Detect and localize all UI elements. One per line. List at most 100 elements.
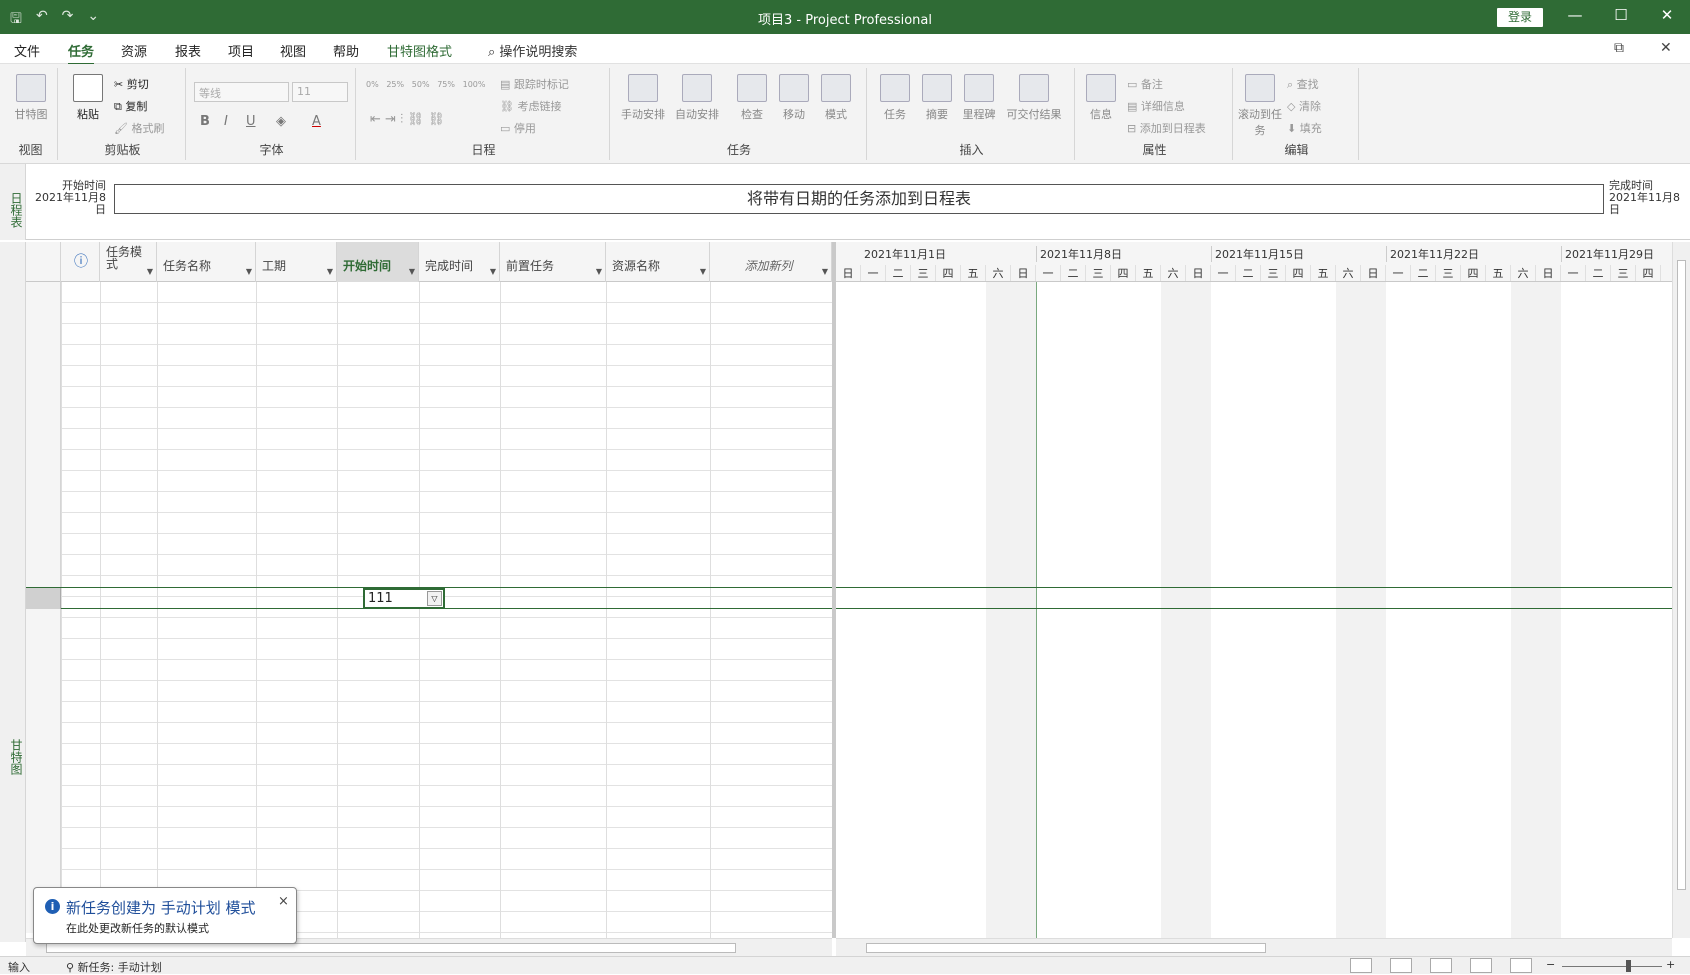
- information-button[interactable]: 信息: [1077, 74, 1125, 122]
- zoom-out-button[interactable]: −: [1546, 958, 1555, 971]
- row-header[interactable]: [26, 744, 61, 765]
- font-name-select[interactable]: 等线: [194, 82, 289, 102]
- table-scroll-thumb[interactable]: [46, 943, 736, 953]
- task-table[interactable]: ⓘ 任务模式 ▼ 任务名称 ▼ 工期 ▼ 开始时间 ▼ 完成时间 ▼ 前置任务 ▼ 资源名称…: [26, 242, 832, 938]
- row-header[interactable]: [26, 513, 61, 534]
- bold-button[interactable]: B: [200, 114, 210, 129]
- tab-resource[interactable]: 资源: [121, 41, 147, 60]
- table-row[interactable]: [26, 345, 832, 366]
- col-task-mode[interactable]: 任务模式 ▼: [100, 242, 157, 282]
- minimize-button[interactable]: —: [1560, 6, 1590, 24]
- chevron-down-icon[interactable]: ▼: [246, 266, 252, 278]
- table-row[interactable]: [26, 513, 832, 534]
- underline-button[interactable]: U: [246, 114, 256, 129]
- row-header[interactable]: [26, 786, 61, 807]
- row-header[interactable]: [26, 618, 61, 639]
- pct-50-button[interactable]: 50%: [412, 80, 430, 89]
- row-header[interactable]: [26, 408, 61, 429]
- table-row[interactable]: [26, 618, 832, 639]
- table-row[interactable]: [26, 303, 832, 324]
- row-header[interactable]: [26, 387, 61, 408]
- inactivate-button[interactable]: ▭ 停用: [500, 120, 536, 136]
- row-header[interactable]: [26, 660, 61, 681]
- fill-button[interactable]: ⬇ 填充: [1287, 120, 1322, 136]
- table-row[interactable]: [26, 366, 832, 387]
- tab-project[interactable]: 项目: [228, 41, 254, 60]
- table-row[interactable]: [26, 639, 832, 660]
- notification-subtitle[interactable]: 在此处更改新任务的默认模式: [66, 920, 209, 936]
- move-button[interactable]: 移动: [770, 74, 818, 122]
- inspect-button[interactable]: 检查: [728, 74, 776, 122]
- cut-button[interactable]: ✂ 剪切: [114, 76, 149, 92]
- table-row[interactable]: [26, 807, 832, 828]
- close-doc-button[interactable]: ✕: [1660, 40, 1672, 56]
- col-resource-names[interactable]: 资源名称 ▼: [606, 242, 710, 282]
- summary-button[interactable]: 摘要: [913, 74, 961, 122]
- table-row[interactable]: [26, 765, 832, 786]
- table-row[interactable]: [26, 492, 832, 513]
- table-row[interactable]: [26, 828, 832, 849]
- date-picker-dropdown-icon[interactable]: ▽: [427, 591, 442, 606]
- selected-row-header[interactable]: [26, 588, 61, 609]
- row-header[interactable]: [26, 324, 61, 345]
- clear-button[interactable]: ◇ 清除: [1287, 98, 1321, 114]
- vertical-scrollbar[interactable]: [1672, 242, 1690, 938]
- row-header[interactable]: [26, 450, 61, 471]
- restore-doc-button[interactable]: ⧉: [1614, 40, 1624, 56]
- row-header[interactable]: [26, 849, 61, 870]
- tab-gantt-format[interactable]: 甘特图格式: [387, 41, 452, 60]
- view-gantt-icon[interactable]: [1350, 958, 1372, 973]
- table-row[interactable]: [26, 702, 832, 723]
- chevron-down-icon[interactable]: ▼: [327, 266, 333, 278]
- track-mark-button[interactable]: ▤ 跟踪时标记: [500, 76, 569, 92]
- chevron-down-icon[interactable]: ▼: [409, 266, 415, 278]
- find-button[interactable]: ⌕ 查找: [1287, 76, 1319, 92]
- table-row[interactable]: [26, 723, 832, 744]
- vertical-scroll-thumb[interactable]: [1677, 260, 1686, 890]
- italic-button[interactable]: I: [224, 114, 228, 129]
- manual-schedule-button[interactable]: 手动安排: [616, 74, 670, 122]
- select-all-cell[interactable]: [26, 242, 61, 282]
- pct-100-button[interactable]: 100%: [463, 80, 486, 89]
- respect-links-button[interactable]: ⛓ 考虑链接: [500, 98, 561, 114]
- chart-horizontal-scrollbar[interactable]: [836, 938, 1672, 956]
- zoom-in-button[interactable]: +: [1666, 958, 1675, 971]
- row-header[interactable]: [26, 828, 61, 849]
- close-window-button[interactable]: ✕: [1652, 6, 1682, 24]
- add-to-timeline-button[interactable]: ⊟ 添加到日程表: [1127, 120, 1206, 136]
- start-date-edit-field[interactable]: 111 ▽: [363, 588, 445, 609]
- chevron-down-icon[interactable]: ▼: [596, 266, 602, 278]
- tab-help[interactable]: 帮助: [333, 41, 359, 60]
- table-row[interactable]: [26, 471, 832, 492]
- table-row[interactable]: [26, 660, 832, 681]
- login-button[interactable]: 登录: [1497, 8, 1543, 27]
- new-task-mode-notification[interactable]: i 新任务创建为 手动计划 模式 在此处更改新任务的默认模式 ×: [33, 887, 297, 944]
- copy-button[interactable]: ⧉ 复制: [114, 98, 147, 114]
- col-add-new[interactable]: 添加新列 ▼: [710, 242, 832, 282]
- info-column-icon[interactable]: ⓘ: [61, 242, 100, 282]
- gantt-view-button[interactable]: 甘特图: [7, 74, 55, 122]
- mode-button[interactable]: 模式: [812, 74, 860, 122]
- col-finish[interactable]: 完成时间 ▼: [419, 242, 500, 282]
- milestone-button[interactable]: 里程碑: [955, 74, 1003, 122]
- table-row[interactable]: [26, 786, 832, 807]
- view-task-usage-icon[interactable]: [1390, 958, 1412, 973]
- tab-task[interactable]: 任务: [68, 41, 95, 65]
- close-icon[interactable]: ×: [278, 894, 289, 909]
- row-header[interactable]: [26, 492, 61, 513]
- tab-view[interactable]: 视图: [280, 41, 306, 60]
- notes-button[interactable]: ▭ 备注: [1127, 76, 1163, 92]
- chevron-down-icon[interactable]: ▼: [490, 266, 496, 278]
- view-team-planner-icon[interactable]: [1430, 958, 1452, 973]
- format-painter-button[interactable]: 🖌 格式刷: [114, 120, 164, 136]
- highlight-color-icon[interactable]: ◈: [276, 114, 286, 129]
- tell-me-search[interactable]: ⌕ 操作说明搜索: [488, 41, 577, 60]
- view-resource-sheet-icon[interactable]: [1470, 958, 1492, 973]
- chevron-down-icon[interactable]: ▼: [147, 266, 153, 278]
- pct-complete-buttons[interactable]: 0% 25% 50% 75% 100%: [366, 80, 485, 89]
- table-row[interactable]: [26, 555, 832, 576]
- row-header[interactable]: [26, 681, 61, 702]
- row-header[interactable]: [26, 429, 61, 450]
- pct-0-button[interactable]: 0%: [366, 80, 379, 89]
- col-predecessors[interactable]: 前置任务 ▼: [500, 242, 606, 282]
